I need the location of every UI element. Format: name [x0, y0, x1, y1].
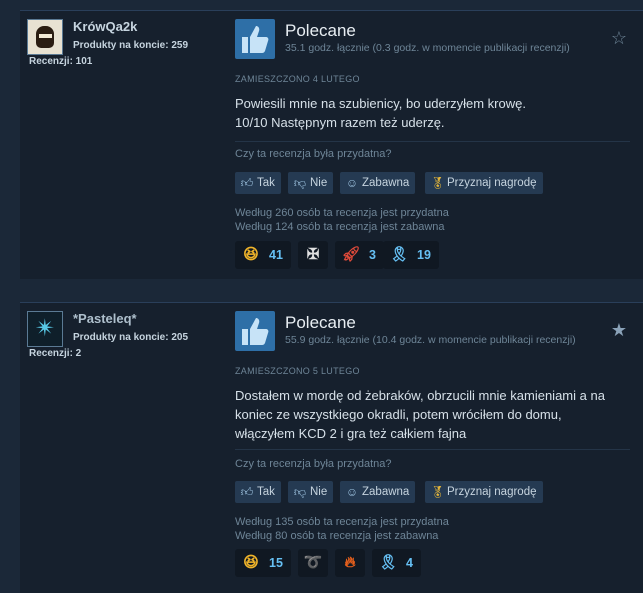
smile-icon: ☺	[345, 485, 359, 499]
review-count[interactable]: Recenzji: 101	[29, 56, 92, 67]
thumbs-up-icon[interactable]	[235, 19, 275, 59]
thumbs-up-icon: 👍︎	[240, 485, 254, 499]
rocket-icon: 🚀︎	[341, 246, 361, 263]
reaction-award[interactable]: 🎗︎ 4	[372, 549, 421, 577]
star-icon[interactable]: ☆	[610, 29, 628, 47]
laughing-face-icon: 😆︎	[243, 554, 259, 571]
laughing-face-icon: 😆︎	[243, 246, 259, 263]
hours-played: 55.9 godz. łącznie (10.4 godz. w momenci…	[285, 334, 576, 346]
ribbon-medal-icon: 🎗︎	[389, 246, 409, 263]
reaction-award[interactable]: 😆︎ 15	[235, 549, 291, 577]
helpful-question: Czy ta recenzja była przydatna?	[235, 148, 392, 160]
review-text: Powiesili mnie na szubienicy, bo uderzył…	[235, 96, 526, 130]
give-award-button[interactable]: 🏅︎ Przyznaj nagrodę	[425, 481, 543, 503]
products-owned[interactable]: Produkty na koncie: 205	[73, 332, 188, 343]
thumbs-up-icon[interactable]	[235, 311, 275, 351]
review-text: Dostałem w mordę od żebraków, obrzucili …	[235, 388, 605, 441]
author-name[interactable]: KrówQa2k	[73, 19, 137, 34]
funny-count: Według 80 osób ta recenzja jest zabawna	[235, 530, 439, 542]
vote-no-button[interactable]: 👎︎ Nie	[288, 481, 334, 503]
avatar[interactable]: ✴	[27, 311, 63, 347]
reaction-award[interactable]: ➰	[298, 549, 328, 577]
reaction-award[interactable]: 😆︎ 41	[235, 241, 291, 269]
thumbs-up-icon: 👍︎	[240, 176, 254, 190]
posted-date: ZAMIESZCZONO 4 LUTEGO	[235, 74, 360, 84]
reaction-award[interactable]: 🚀︎ 3	[335, 241, 384, 269]
helpful-question: Czy ta recenzja była przydatna?	[235, 458, 392, 470]
divider	[235, 449, 630, 450]
vote-funny-button[interactable]: ☺ Zabawna	[340, 172, 416, 194]
thumbs-down-icon: 👎︎	[293, 176, 307, 190]
helpful-count: Według 135 osób ta recenzja jest przydat…	[235, 516, 449, 528]
star-icon[interactable]: ★	[610, 321, 628, 339]
review-card: ✴ *Pasteleq* Produkty na koncie: 205 Rec…	[20, 302, 643, 593]
avatar[interactable]	[27, 19, 63, 55]
posted-date: ZAMIESZCZONO 5 LUTEGO	[235, 366, 360, 376]
thumbs-down-icon: 👎︎	[293, 485, 307, 499]
vote-funny-button[interactable]: ☺ Zabawna	[340, 481, 416, 503]
ribbon-medal-icon: 🎗︎	[378, 554, 398, 571]
review-verdict[interactable]: Polecane	[285, 21, 356, 41]
reaction-award[interactable]: 🎗︎ 19	[383, 241, 439, 269]
helpful-count: Według 260 osób ta recenzja jest przydat…	[235, 207, 449, 219]
products-owned[interactable]: Produkty na koncie: 259	[73, 40, 188, 51]
review-author: KrówQa2k Produkty na koncie: 259 Recenzj…	[20, 11, 225, 71]
review-count[interactable]: Recenzji: 2	[29, 348, 81, 359]
vote-yes-button[interactable]: 👍︎ Tak	[235, 172, 281, 194]
reaction-award[interactable]: 🔥︎	[335, 549, 365, 577]
author-name[interactable]: *Pasteleq*	[73, 311, 137, 326]
review-card: KrówQa2k Produkty na koncie: 259 Recenzj…	[20, 10, 643, 279]
fire-creature-icon: 🔥︎	[344, 554, 356, 571]
divider	[235, 141, 630, 142]
vote-yes-button[interactable]: 👍︎ Tak	[235, 481, 281, 503]
hours-played: 35.1 godz. łącznie (0.3 godz. w momencie…	[285, 42, 570, 54]
review-verdict[interactable]: Polecane	[285, 313, 356, 333]
award-icon: 🏅︎	[430, 485, 446, 499]
winged-emblem-icon: ✠	[306, 246, 320, 263]
funny-count: Według 124 osób ta recenzja jest zabawna	[235, 221, 445, 233]
reaction-award[interactable]: ✠	[298, 241, 328, 269]
review-author: ✴ *Pasteleq* Produkty na koncie: 205 Rec…	[20, 303, 225, 363]
give-award-button[interactable]: 🏅︎ Przyznaj nagrodę	[425, 172, 543, 194]
banana-icon: ➰	[303, 554, 323, 571]
vote-no-button[interactable]: 👎︎ Nie	[288, 172, 334, 194]
smile-icon: ☺	[345, 176, 359, 190]
award-icon: 🏅︎	[430, 176, 446, 190]
